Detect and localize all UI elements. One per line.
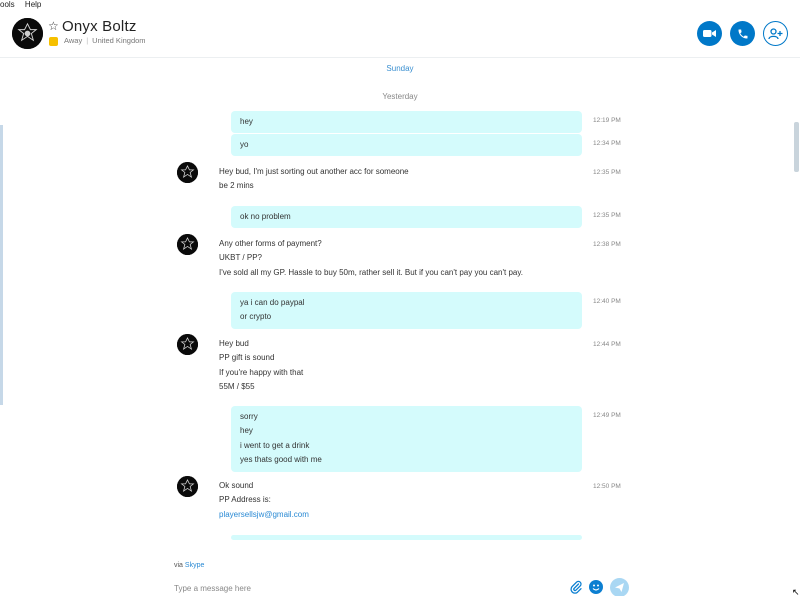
outgoing-message[interactable]: ya i can do paypal or crypto: [231, 292, 582, 329]
message-text: be 2 mins: [219, 181, 254, 191]
message-text: Hey bud, I'm just sorting out another ac…: [219, 167, 409, 176]
status-label: Away: [64, 36, 83, 45]
message-text: Ok sound: [219, 481, 254, 490]
message-text: yo: [240, 140, 249, 149]
message-time: 12:40 PM: [593, 298, 621, 305]
via-service-link[interactable]: Skype: [185, 562, 204, 569]
add-people-button[interactable]: [763, 21, 788, 46]
incoming-message[interactable]: Hey bud, I'm just sorting out another ac…: [219, 165, 589, 194]
contact-name[interactable]: Onyx Boltz: [62, 18, 137, 35]
location-label: United Kingdom: [92, 36, 146, 45]
outgoing-message[interactable]: ok no problem: [231, 206, 582, 229]
message-text: or crypto: [240, 312, 272, 322]
message-text: PP gift is sound: [219, 353, 275, 363]
star-icon[interactable]: ☆: [48, 19, 59, 33]
mouse-cursor-icon: ↖: [792, 587, 800, 596]
paperclip-icon[interactable]: [569, 580, 583, 594]
incoming-message[interactable]: Ok sound PP Address is: playersellsjw@gm…: [219, 479, 589, 522]
message-text: hey: [240, 117, 253, 126]
phone-icon: [738, 29, 747, 38]
contact-status-line: Away | United Kingdom: [64, 36, 146, 45]
message-text: ok no problem: [240, 212, 291, 221]
sender-avatar[interactable]: [177, 476, 198, 497]
incoming-message[interactable]: Any other forms of payment? UKBT / PP? I…: [219, 237, 589, 280]
video-call-button[interactable]: [697, 21, 722, 46]
message-time: 12:35 PM: [593, 169, 621, 176]
emoji-icon[interactable]: [589, 580, 603, 594]
message-time: 12:44 PM: [593, 341, 621, 348]
contact-avatar[interactable]: [12, 18, 43, 49]
video-call-icon: [703, 30, 716, 37]
message-text: Any other forms of payment?: [219, 239, 322, 248]
message-time: 12:19 PM: [593, 117, 621, 124]
message-text: i went to get a drink: [240, 440, 310, 450]
message-time: 12:38 PM: [593, 241, 621, 248]
message-text: Hey bud: [219, 339, 249, 348]
conversation-header: ☆ Onyx Boltz Away | United Kingdom: [0, 10, 800, 58]
message-time: 12:34 PM: [593, 140, 621, 147]
incoming-message[interactable]: Hey bud PP gift is sound If you're happy…: [219, 337, 589, 395]
outgoing-message-partial[interactable]: [231, 535, 582, 540]
message-time: 12:50 PM: [593, 483, 621, 490]
message-text: yes thats good with me: [240, 455, 322, 465]
day-separator-yesterday: Yesterday: [382, 92, 418, 101]
sender-avatar[interactable]: [177, 234, 198, 255]
message-text: UKBT / PP?: [219, 253, 262, 263]
menu-bar: ools Help: [0, 0, 800, 9]
message-text: PP Address is:: [219, 495, 271, 505]
status-separator: |: [86, 36, 89, 45]
outgoing-message[interactable]: hey: [231, 111, 582, 134]
left-panel-edge: [0, 125, 3, 405]
sender-avatar[interactable]: [177, 334, 198, 355]
via-text: via: [174, 562, 183, 569]
message-text: 55M / $55: [219, 382, 255, 392]
day-separator-sunday[interactable]: Sunday: [0, 64, 800, 73]
email-link[interactable]: playersellsjw@gmail.com: [219, 508, 589, 522]
via-service-label: via Skype: [174, 562, 204, 569]
add-person-icon: [768, 27, 783, 39]
sender-avatar[interactable]: [177, 162, 198, 183]
message-time: 12:49 PM: [593, 412, 621, 419]
message-text: I've sold all my GP. Hassle to buy 50m, …: [219, 267, 523, 277]
send-icon: [615, 583, 624, 592]
chat-scrollbar[interactable]: [794, 122, 799, 172]
message-input[interactable]: Type a message here: [174, 584, 251, 593]
message-text: If you're happy with that: [219, 367, 304, 377]
send-button[interactable]: [610, 578, 629, 596]
message-text: hey: [240, 426, 253, 436]
away-status-icon: [49, 37, 58, 46]
audio-call-button[interactable]: [730, 21, 755, 46]
message-text: sorry: [240, 412, 258, 421]
outgoing-message[interactable]: yo: [231, 134, 582, 157]
message-text: ya i can do paypal: [240, 298, 305, 307]
menu-tools[interactable]: ools: [0, 0, 15, 9]
message-time: 12:35 PM: [593, 212, 621, 219]
outgoing-message[interactable]: sorry hey i went to get a drink yes that…: [231, 406, 582, 472]
menu-help[interactable]: Help: [25, 0, 41, 9]
